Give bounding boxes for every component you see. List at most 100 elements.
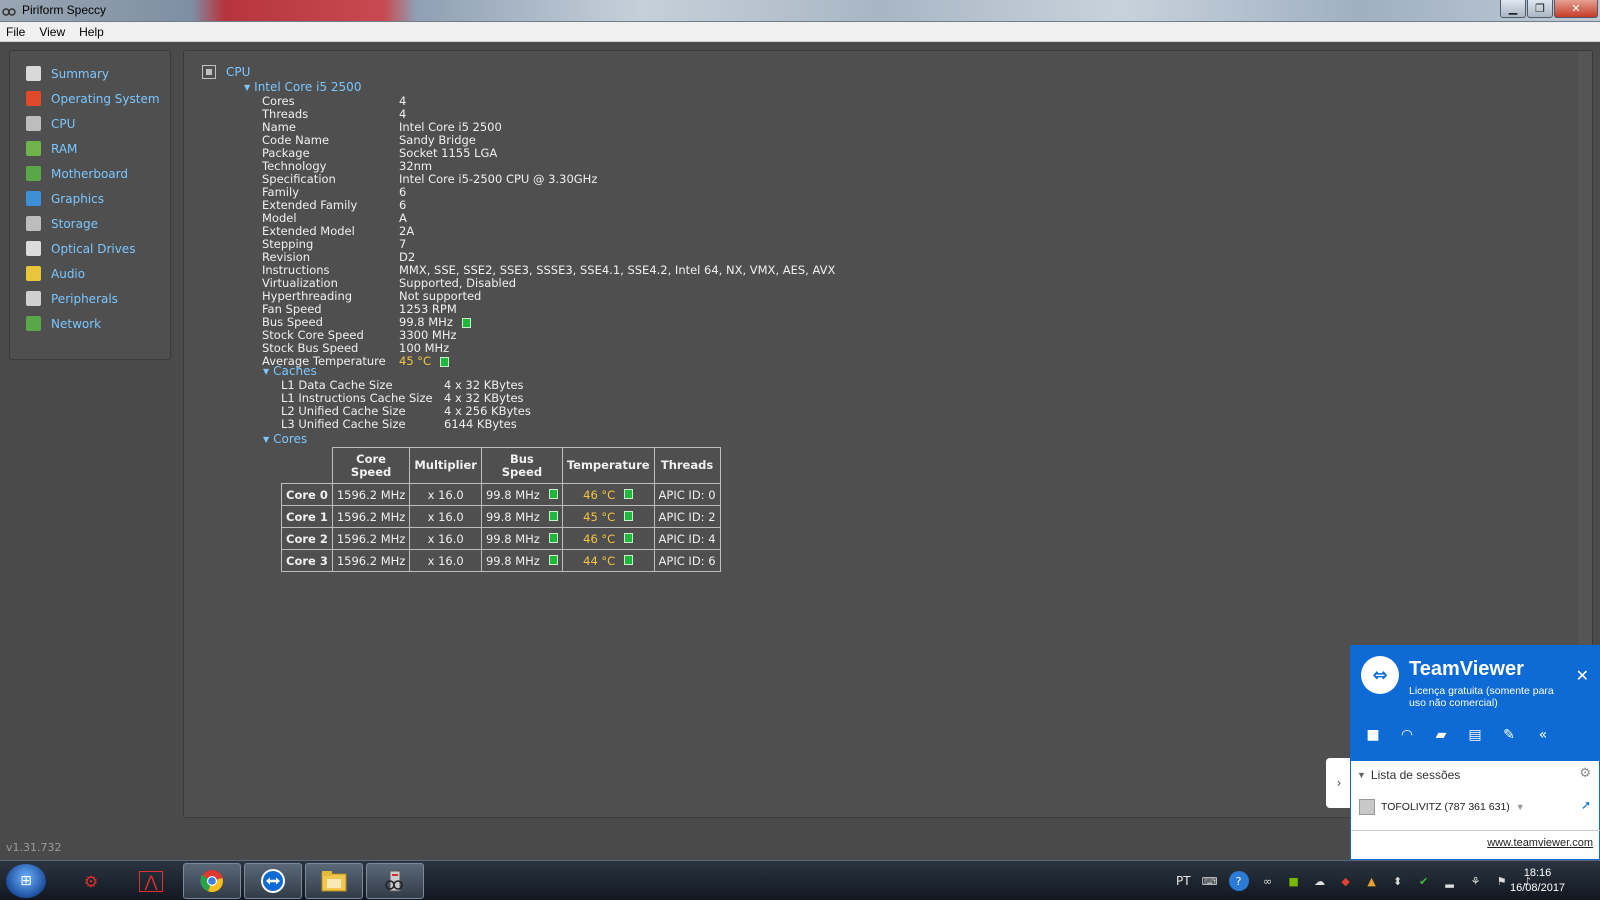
safely-remove-icon[interactable]: ✔	[1417, 874, 1431, 888]
taskbar-chrome-icon[interactable]	[183, 863, 241, 899]
menu-view[interactable]: View	[39, 25, 65, 39]
core-threads-cell: APIC ID: 2	[653, 505, 721, 528]
sidebar-item-cpu[interactable]: CPU	[10, 111, 170, 136]
menu-bar: File View Help	[0, 22, 1600, 42]
sidebar-item-summary[interactable]: Summary	[10, 61, 170, 86]
sidebar-item-ram[interactable]: RAM	[10, 136, 170, 161]
sidebar-item-audio[interactable]: Audio	[10, 261, 170, 286]
cell-text: x 16.0	[427, 509, 464, 524]
cell-text: 99.8 MHz	[485, 487, 540, 502]
pointer-icon[interactable]: ➚	[1581, 798, 1591, 812]
teamviewer-expand-tab[interactable]: ›	[1326, 758, 1352, 808]
sidebar-item-peripherals[interactable]: Peripherals	[10, 286, 170, 311]
whiteboard-icon[interactable]: ✎	[1499, 726, 1519, 744]
status-indicator-icon[interactable]	[624, 554, 634, 565]
core-threads-cell: APIC ID: 0	[653, 483, 721, 506]
signal-icon[interactable]: ▂	[1443, 874, 1457, 888]
taskbar-explorer-icon[interactable]	[305, 863, 363, 899]
cache-properties: L1 Data Cache Size 4 x 32 KBytes L1 Instru…	[281, 379, 531, 431]
teamviewer-close-icon[interactable]: ✕	[1576, 666, 1589, 685]
teamviewer-brand: TeamViewer	[1409, 658, 1524, 680]
flag-icon[interactable]: ⚑	[1495, 874, 1509, 888]
teamviewer-panel: ⇔ TeamViewer Licença gratuita (somente p…	[1350, 645, 1600, 860]
chevron-down-icon[interactable]: ▼	[1516, 802, 1525, 812]
table-row: Core 0 1596.2 MHz x 16.0 99.8 MHz 46 °C APIC …	[281, 483, 721, 506]
maximize-button[interactable]: ❐	[1527, 0, 1553, 18]
session-list-header[interactable]: ▼ Lista de sessões	[1357, 768, 1460, 782]
status-indicator-icon[interactable]	[440, 356, 450, 367]
session-partner-label: TOFOLIVITZ (787 361 631)	[1381, 801, 1510, 813]
cell-text: 99.8 MHz	[485, 509, 540, 524]
sidebar-item-storage[interactable]: Storage	[10, 211, 170, 236]
minimize-button[interactable]: ▁	[1500, 0, 1526, 18]
taskbar-clock[interactable]: 18:16 16/08/2017	[1510, 866, 1565, 896]
teamviewer-link[interactable]: www.teamviewer.com	[1351, 830, 1600, 860]
disc-icon	[26, 241, 41, 256]
start-button[interactable]: ⊞	[6, 864, 46, 898]
keyboard-icon[interactable]: ⌨	[1202, 874, 1218, 888]
hard-drive-icon	[26, 216, 41, 231]
clock-time: 18:16	[1523, 867, 1552, 879]
cloud-icon[interactable]: ☁	[1313, 874, 1327, 888]
property-row: L3 Unified Cache Size 6144 KBytes	[281, 418, 531, 431]
collapse-icon[interactable]: «	[1533, 726, 1553, 744]
monitor-icon	[26, 191, 41, 206]
gear-icon[interactable]: ⚙	[1579, 766, 1591, 781]
sidebar-item-graphics[interactable]: Graphics	[10, 186, 170, 211]
cell-text: 44 °C	[583, 553, 616, 568]
cell-text: Core 1	[286, 509, 328, 524]
usb-icon[interactable]: ⬍	[1391, 874, 1405, 888]
menu-help[interactable]: Help	[79, 25, 104, 39]
taskbar-teamviewer-icon[interactable]	[244, 863, 302, 899]
core-name-cell: Core 1	[281, 505, 333, 528]
status-indicator-icon[interactable]	[624, 488, 634, 499]
collapse-triangle-icon: ▼	[244, 82, 251, 92]
cores-toggle[interactable]: ▼ Cores	[263, 432, 307, 446]
status-indicator-icon[interactable]	[548, 488, 558, 499]
menu-file[interactable]: File	[6, 25, 25, 39]
security-icon[interactable]: ◆	[1339, 874, 1353, 888]
summary-icon	[26, 66, 41, 81]
video-icon[interactable]: ■	[1363, 726, 1383, 744]
caches-toggle[interactable]: ▼ Caches	[263, 364, 317, 378]
update-icon[interactable]: ▲	[1365, 874, 1379, 888]
caches-label: Caches	[273, 364, 317, 378]
core-temp-cell: 46 °C	[561, 483, 655, 506]
title-bar: Piriform Speccy ▁ ❐ ✕	[0, 0, 1600, 22]
status-indicator-icon[interactable]	[548, 532, 558, 543]
nvidia-icon[interactable]: ■	[1287, 874, 1301, 888]
taskbar-pdf-reader-icon[interactable]: ⋀	[122, 863, 180, 899]
status-indicator-icon[interactable]	[548, 554, 558, 565]
sidebar-item-optical-drives[interactable]: Optical Drives	[10, 236, 170, 261]
close-button[interactable]: ✕	[1554, 0, 1598, 18]
network-tray-icon[interactable]: ⚘	[1469, 874, 1483, 888]
taskbar-antivirus-icon[interactable]: ⚙	[62, 863, 120, 899]
collapse-triangle-icon: ▼	[263, 366, 270, 376]
column-header: Threads	[653, 447, 721, 484]
property-row: Specification Intel Core i5-2500 CPU @ 3.…	[262, 173, 835, 186]
status-indicator-icon[interactable]	[461, 317, 471, 328]
files-icon[interactable]: ▤	[1465, 726, 1485, 744]
cpu-model-toggle[interactable]: ▼ Intel Core i5 2500	[244, 80, 361, 94]
status-indicator-icon[interactable]	[624, 532, 634, 543]
chat-icon[interactable]: ▰	[1431, 726, 1451, 744]
sidebar-item-motherboard[interactable]: Motherboard	[10, 161, 170, 186]
column-header: Core Speed	[331, 447, 411, 484]
headset-icon[interactable]: ◠	[1397, 726, 1417, 744]
cell-text: Core 2	[286, 531, 328, 546]
status-indicator-icon[interactable]	[548, 510, 558, 521]
teamviewer-logo-icon: ⇔	[1361, 656, 1399, 694]
status-indicator-icon[interactable]	[624, 510, 634, 521]
help-icon[interactable]: ?	[1228, 871, 1249, 891]
sidebar-item-label: Storage	[51, 216, 98, 231]
link-icon[interactable]: ∞	[1261, 874, 1275, 888]
network-icon	[26, 316, 41, 331]
session-partner-row[interactable]: TOFOLIVITZ (787 361 631) ▼	[1359, 799, 1525, 815]
core-bus-cell: 99.8 MHz	[480, 505, 563, 528]
taskbar-speccy-icon[interactable]	[366, 863, 424, 899]
cpu-section-header: CPU	[202, 65, 250, 79]
property-value: 6144 KBytes	[444, 418, 517, 431]
sidebar-item-network[interactable]: Network	[10, 311, 170, 336]
sidebar-item-operating-system[interactable]: Operating System	[10, 86, 170, 111]
language-indicator[interactable]: PT	[1176, 874, 1191, 888]
